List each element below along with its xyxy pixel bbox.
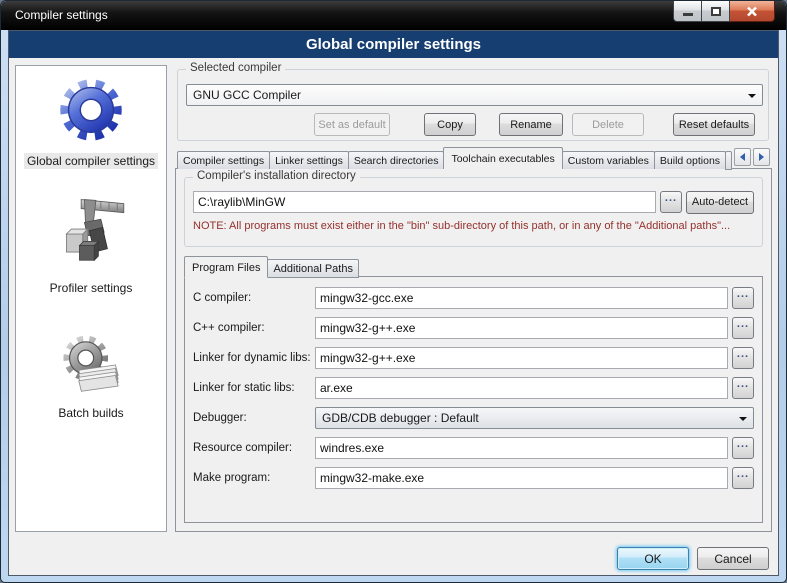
- linker-for-dynamic-libs-input[interactable]: [315, 347, 728, 369]
- sidebar-item-label: Global compiler settings: [24, 153, 158, 169]
- resource-compiler-browse-button[interactable]: ...: [732, 437, 754, 459]
- window-title: Compiler settings: [15, 8, 108, 22]
- compiler-settings-dialog: Compiler settings Global compiler settin…: [0, 0, 787, 583]
- window-controls: [673, 1, 775, 22]
- debugger-row: Debugger: GDB/CDB debugger : Default: [193, 407, 754, 429]
- linker-for-dynamic-libs-row: Linker for dynamic libs:...: [193, 347, 754, 369]
- c-compiler-input[interactable]: [315, 317, 728, 339]
- restore-icon: [711, 7, 721, 16]
- compiler-select-value: GNU GCC Compiler: [193, 88, 301, 102]
- field-label: C++ compiler:: [193, 322, 311, 334]
- select-value: GDB/CDB debugger : Default: [322, 411, 479, 425]
- field-label: Make program:: [193, 472, 311, 484]
- tab-additional-paths[interactable]: Additional Paths: [267, 259, 359, 278]
- debugger-select[interactable]: GDB/CDB debugger : Default: [315, 407, 754, 429]
- selected-compiler-legend: Selected compiler: [186, 62, 285, 74]
- ok-button[interactable]: OK: [617, 547, 689, 570]
- close-icon: [746, 6, 758, 17]
- chevron-down-icon: [748, 94, 756, 98]
- c-compiler-row: C++ compiler:...: [193, 317, 754, 339]
- sidebar-item-batch-builds[interactable]: Batch builds: [16, 330, 166, 421]
- tab-scroll-left-button[interactable]: [734, 148, 751, 166]
- installation-directory-group: Compiler's installation directory ... Au…: [184, 177, 763, 247]
- make-program-input[interactable]: [315, 467, 728, 489]
- minimize-icon: [683, 13, 693, 16]
- toolchain-executables-panel: Compiler's installation directory ... Au…: [175, 168, 772, 532]
- gear-papers-icon: [56, 330, 126, 400]
- settings-tabstrip: Compiler settingsLinker settingsSearch d…: [177, 145, 770, 169]
- settings-tabs: Compiler settingsLinker settingsSearch d…: [177, 147, 726, 169]
- copy-button[interactable]: Copy: [424, 113, 476, 136]
- tab-scroll-right-button[interactable]: [753, 148, 770, 166]
- tab-program-files[interactable]: Program Files: [184, 256, 268, 278]
- delete-button: Delete: [572, 113, 644, 136]
- linker-for-static-libs-input[interactable]: [315, 377, 728, 399]
- sidebar-item-global-compiler-settings[interactable]: Global compiler settings: [16, 70, 166, 169]
- tab-compiler-settings[interactable]: Compiler settings: [177, 151, 270, 169]
- tab-search-directories[interactable]: Search directories: [348, 151, 445, 169]
- field-label: C compiler:: [193, 292, 311, 304]
- arrow-left-icon: [740, 153, 745, 161]
- page-title: Global compiler settings: [9, 31, 778, 58]
- c-compiler-input[interactable]: [315, 287, 728, 309]
- auto-detect-button[interactable]: Auto-detect: [686, 191, 754, 214]
- dialog-header: Global compiler settings: [9, 31, 778, 58]
- blue-gear-icon: [52, 70, 130, 148]
- linker-for-dynamic-libs-browse-button[interactable]: ...: [732, 347, 754, 369]
- resource-compiler-row: Resource compiler:...: [193, 437, 754, 459]
- sidebar-item-label: Batch builds: [55, 405, 126, 421]
- settings-category-list: Global compiler settings: [15, 65, 167, 532]
- installation-directory-input[interactable]: [193, 191, 656, 213]
- installation-directory-browse-button[interactable]: ...: [660, 191, 682, 213]
- titlebar[interactable]: Compiler settings: [1, 1, 786, 30]
- tab-custom-variables[interactable]: Custom variables: [562, 151, 655, 169]
- close-button[interactable]: [730, 1, 775, 22]
- arrow-right-icon: [759, 153, 764, 161]
- linker-for-static-libs-row: Linker for static libs:...: [193, 377, 754, 399]
- c-compiler-browse-button[interactable]: ...: [732, 317, 754, 339]
- selected-compiler-group: Selected compiler GNU GCC Compiler Set a…: [177, 69, 769, 141]
- rename-button[interactable]: Rename: [499, 113, 563, 136]
- compiler-settings-panel: Selected compiler GNU GCC Compiler Set a…: [175, 64, 772, 532]
- program-files-tabstrip: Program FilesAdditional Paths: [184, 255, 359, 277]
- program-files-panel: C compiler:...C++ compiler:...Linker for…: [184, 276, 763, 523]
- c-compiler-row: C compiler:...: [193, 287, 754, 309]
- set-as-default-button: Set as default: [314, 113, 390, 136]
- field-label: Resource compiler:: [193, 442, 311, 454]
- sidebar-item-label: Profiler settings: [47, 280, 136, 296]
- sidebar-item-profiler-settings[interactable]: Profiler settings: [16, 193, 166, 296]
- tab-build-options[interactable]: Build options: [654, 151, 726, 169]
- minimize-button[interactable]: [673, 1, 702, 22]
- installation-directory-row: ... Auto-detect: [193, 191, 754, 213]
- caliper-icon: [50, 193, 132, 275]
- c-compiler-browse-button[interactable]: ...: [732, 287, 754, 309]
- make-program-row: Make program:...: [193, 467, 754, 489]
- dialog-client-area: Global compiler settings Global compiler…: [8, 30, 779, 576]
- resource-compiler-input[interactable]: [315, 437, 728, 459]
- linker-for-static-libs-browse-button[interactable]: ...: [732, 377, 754, 399]
- field-label: Linker for dynamic libs:: [193, 352, 311, 364]
- tab-scroll-buttons: [732, 148, 770, 166]
- compiler-select[interactable]: GNU GCC Compiler: [186, 84, 763, 106]
- installation-directory-legend: Compiler's installation directory: [193, 170, 360, 182]
- cancel-button[interactable]: Cancel: [697, 547, 769, 570]
- tab-toolchain-executables[interactable]: Toolchain executables: [443, 147, 562, 169]
- tab-partial[interactable]: [725, 151, 732, 170]
- chevron-down-icon: [739, 417, 747, 421]
- reset-defaults-button[interactable]: Reset defaults: [673, 113, 755, 136]
- field-label: Linker for static libs:: [193, 382, 311, 394]
- compiler-action-buttons: Set as default Copy Rename Delete Reset defa…: [186, 113, 764, 136]
- restore-button[interactable]: [702, 1, 730, 22]
- note-text: NOTE: All programs must exist either in …: [193, 220, 760, 232]
- make-program-browse-button[interactable]: ...: [732, 467, 754, 489]
- tab-linker-settings[interactable]: Linker settings: [269, 151, 349, 169]
- field-label: Debugger:: [193, 412, 311, 424]
